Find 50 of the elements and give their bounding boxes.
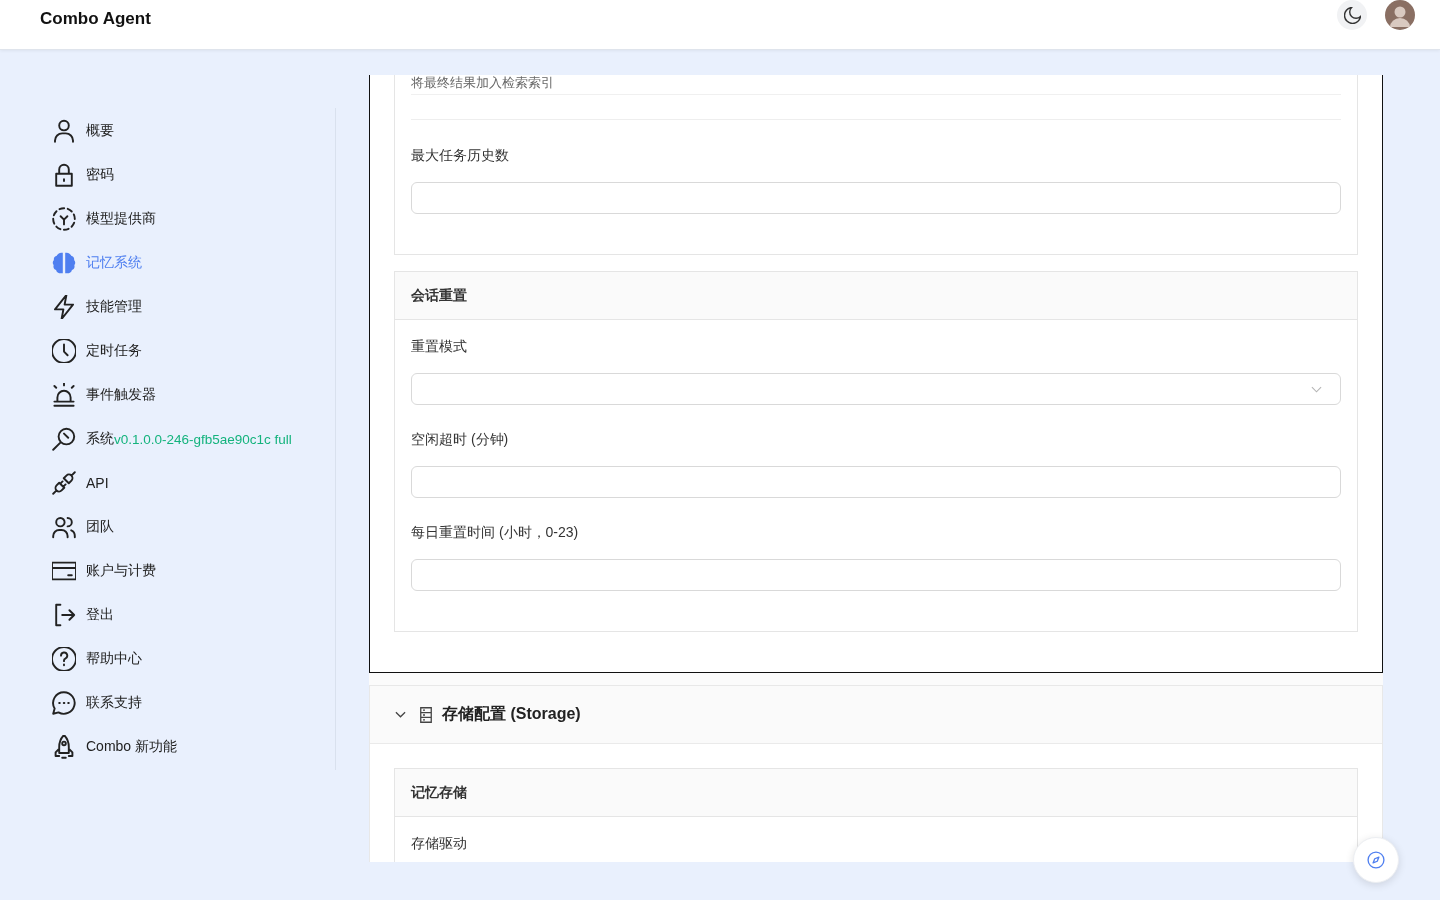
sidebar-item[interactable]: 登出	[40, 593, 335, 637]
logout-icon	[52, 603, 76, 627]
sidebar-item[interactable]: 账户与计费	[40, 549, 335, 593]
sidebar-item[interactable]: 密码	[40, 153, 335, 197]
magnifier-icon	[52, 427, 76, 451]
group-title: 会话重置	[395, 272, 1357, 320]
sidebar-item[interactable]: API	[40, 461, 335, 505]
siren-icon	[52, 383, 76, 407]
server-icon	[420, 706, 432, 723]
sidebar-item[interactable]: 定时任务	[40, 329, 335, 373]
field-label: 每日重置时间 (小时，0-23)	[411, 523, 580, 542]
sidebar-item[interactable]: 事件触发器	[40, 373, 335, 417]
sidebar-item[interactable]: 帮助中心	[40, 637, 335, 681]
floating-help-button[interactable]	[1353, 837, 1399, 883]
plug-icon	[52, 471, 76, 495]
app-title: Combo Agent	[40, 9, 151, 29]
section-toggle[interactable]: 存储配置 (Storage)	[370, 686, 1382, 744]
field-label: 存储驱动	[411, 834, 468, 853]
sidebar-item[interactable]: Combo 新功能	[40, 725, 335, 769]
sidebar-item[interactable]: 系统v0.1.0.0-246-gfb5ae90c1c full	[40, 417, 335, 461]
version-text: v0.1.0.0-246-gfb5ae90c1c full	[114, 431, 292, 447]
chat-bubble-icon	[52, 691, 76, 715]
sidebar-item[interactable]: 概要	[40, 109, 335, 153]
field-label: 重置模式	[411, 337, 468, 356]
avatar-button[interactable]	[1385, 0, 1415, 30]
field-label: 最大任务历史数	[411, 146, 510, 165]
sidebar-item[interactable]: 模型提供商	[40, 197, 335, 241]
compass-icon	[1366, 850, 1386, 870]
description-text: 将最终结果加入检索索引	[411, 76, 555, 90]
user-icon	[52, 119, 76, 143]
users-icon	[52, 515, 76, 539]
help-icon	[52, 647, 76, 671]
select-field[interactable]	[411, 373, 1341, 405]
field-label: 空闲超时 (分钟)	[411, 430, 510, 449]
sidebar-item[interactable]: 联系支持	[40, 681, 335, 725]
chevron-down-icon	[1311, 385, 1322, 393]
sidebar-item[interactable]: 技能管理	[40, 285, 335, 329]
rocket-icon	[52, 735, 76, 759]
lock-icon	[52, 163, 76, 187]
sidebar-item[interactable]: 团队	[40, 505, 335, 549]
input-field[interactable]	[411, 559, 1341, 591]
theme-toggle-button[interactable]	[1337, 0, 1367, 30]
lightning-icon	[52, 295, 76, 319]
input-field[interactable]	[411, 466, 1341, 498]
credit-card-icon	[52, 559, 76, 583]
clock-icon	[52, 339, 76, 363]
input-field[interactable]	[411, 182, 1341, 214]
group-title: 记忆存储	[395, 769, 1357, 817]
brain-icon	[52, 251, 76, 275]
moon-icon	[1343, 6, 1361, 24]
